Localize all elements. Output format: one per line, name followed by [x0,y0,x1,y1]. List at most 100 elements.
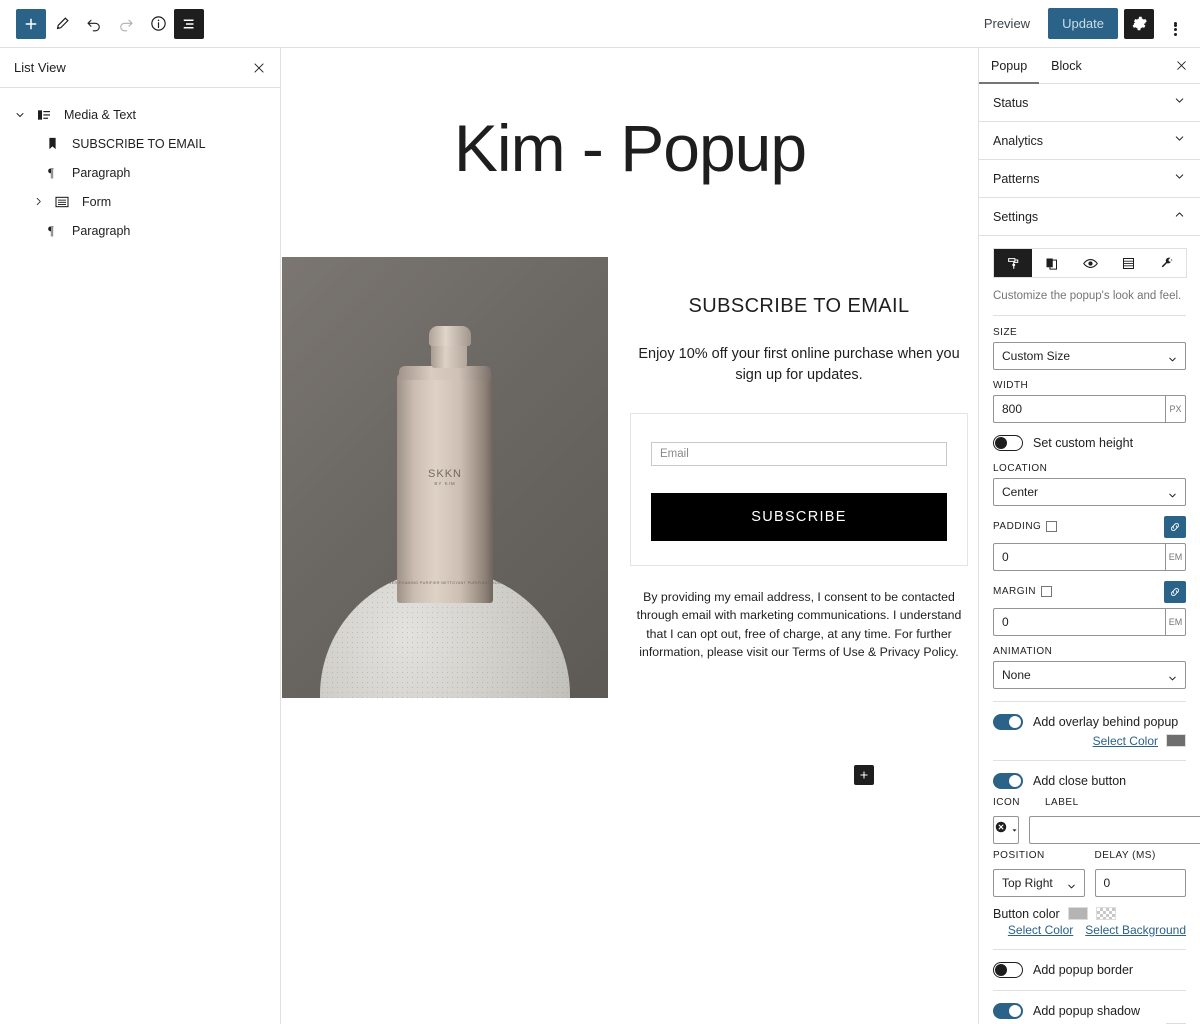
add-popup-shadow-toggle[interactable] [993,1002,1023,1019]
location-select-wrapper: Center [993,477,1186,506]
list-view-tree: Media & Text SUBSCRIBE TO EMAIL ¶ Paragr… [0,88,280,245]
set-custom-height-toggle[interactable] [993,434,1023,451]
divider [993,989,1186,991]
list-item[interactable]: ¶ Paragraph [0,158,280,187]
animation-select-wrapper: None [993,660,1186,689]
page-title[interactable]: Kim - Popup [282,113,978,183]
preview-button[interactable]: Preview [972,10,1042,37]
close-icon-picker[interactable] [993,815,1019,844]
bottle-body [397,373,493,603]
custom-height-toggle-row: Set custom height [993,434,1186,451]
list-item-label: Form [82,194,112,209]
brand-subtitle: BY KIM [434,480,456,486]
margin-sides-icon[interactable] [1041,586,1052,598]
size-select[interactable]: Custom Size [993,341,1186,370]
more-options-button[interactable] [1160,9,1190,39]
panel-status[interactable]: Status [979,84,1200,122]
list-view-toggle-button[interactable] [174,8,204,39]
animation-label: ANIMATION [993,645,1053,657]
chevron-up-icon [1173,208,1186,226]
padding-link-button[interactable] [1164,515,1186,538]
panel-analytics[interactable]: Analytics [979,122,1200,160]
button-background-swatch[interactable] [1095,907,1116,921]
delay-input[interactable] [1094,868,1186,897]
pages-icon[interactable] [1032,249,1070,277]
padding-label: PADDING [993,521,1042,533]
overlay-color-swatch[interactable] [1166,734,1186,748]
add-overlay-toggle[interactable] [993,713,1023,730]
position-delay-headers: POSITION DELAY (MS) [993,850,1186,865]
overlay-select-color-link[interactable]: Select Color [1093,734,1158,748]
subscribe-paragraph[interactable]: Enjoy 10% off your first online purchase… [630,344,968,385]
margin-input[interactable] [993,607,1165,636]
toggle-knob [1009,774,1021,787]
subscribe-button[interactable]: SUBSCRIBE [651,493,947,542]
panel-patterns[interactable]: Patterns [979,160,1200,198]
update-button[interactable]: Update [1048,8,1118,39]
consent-fine-print[interactable]: By providing my email address, I consent… [630,588,968,661]
label-field-label: LABEL [1045,796,1079,808]
list-item[interactable]: Form [0,187,280,216]
wrench-icon[interactable] [1148,249,1186,277]
toggle-knob [995,963,1007,976]
close-icon[interactable] [248,57,270,79]
close-label-input[interactable] [1029,815,1200,844]
paint-roller-icon[interactable] [994,249,1033,277]
details-info-button[interactable] [142,8,174,40]
list-item[interactable]: Media & Text [0,100,280,129]
panel-title: Analytics [993,133,1044,148]
chevron-down-icon [1173,94,1186,112]
subscribe-heading[interactable]: SUBSCRIBE TO EMAIL [630,295,968,318]
button-color-swatch[interactable] [1067,907,1088,921]
email-input[interactable] [651,442,947,467]
set-custom-height-label: Set custom height [1033,435,1134,450]
subscribe-form[interactable]: SUBSCRIBE [630,413,968,567]
list-item-label: Paragraph [72,165,131,180]
add-block-button[interactable] [16,8,46,39]
button-select-background-link[interactable]: Select Background [1085,923,1186,937]
button-select-color-link[interactable]: Select Color [1008,923,1073,937]
list-item[interactable]: ¶ Paragraph [0,216,280,245]
list-item[interactable]: SUBSCRIBE TO EMAIL [0,129,280,158]
undo-button[interactable] [78,8,110,40]
margin-link-button[interactable] [1164,580,1186,603]
chevron-right-icon[interactable] [26,196,50,207]
media-text-block[interactable]: SKKN BY KIM CLEANSER FOAMING PURIFIER NE… [282,257,978,698]
list-icon[interactable] [1109,249,1147,277]
product-image[interactable]: SKKN BY KIM CLEANSER FOAMING PURIFIER NE… [282,257,608,698]
add-popup-border-toggle[interactable] [993,961,1023,978]
media-text-icon [32,107,56,123]
bottle-pump [429,326,471,346]
chevron-down-icon[interactable] [8,109,32,121]
padding-unit: EM [1165,542,1186,571]
list-view-title: List View [14,60,66,75]
animation-select[interactable]: None [993,660,1186,689]
eye-icon[interactable] [1071,249,1109,277]
overlay-toggle-row: Add overlay behind popup [993,713,1186,730]
list-item-label: SUBSCRIBE TO EMAIL [72,136,206,151]
heading-icon [40,136,64,151]
inserter-add-block-button[interactable] [854,765,874,785]
kebab-dot [1173,28,1177,31]
media-text-content: SUBSCRIBE TO EMAIL Enjoy 10% off your fi… [608,257,978,661]
padding-input[interactable] [993,542,1165,571]
circle-x-icon [994,820,1008,839]
width-input[interactable] [993,394,1165,423]
close-icon[interactable] [1163,48,1200,83]
settings-gear-button[interactable] [1124,8,1154,39]
overlay-color-row: Select Color [993,734,1186,748]
position-select[interactable]: Top Right [993,868,1085,897]
tab-popup[interactable]: Popup [979,48,1040,84]
top-bar-left-tools [0,8,204,40]
redo-button[interactable] [110,8,142,40]
padding-sides-icon[interactable] [1046,521,1058,533]
add-popup-shadow-label: Add popup shadow [1033,1003,1141,1018]
add-close-button-toggle[interactable] [993,772,1023,789]
tab-block[interactable]: Block [1039,48,1094,83]
location-select[interactable]: Center [993,477,1186,506]
size-select-wrapper: Custom Size [993,341,1186,370]
tools-pencil-button[interactable] [46,8,78,40]
add-close-button-label: Add close button [1033,773,1127,788]
width-field: PX [993,394,1186,423]
panel-settings[interactable]: Settings [979,198,1200,236]
